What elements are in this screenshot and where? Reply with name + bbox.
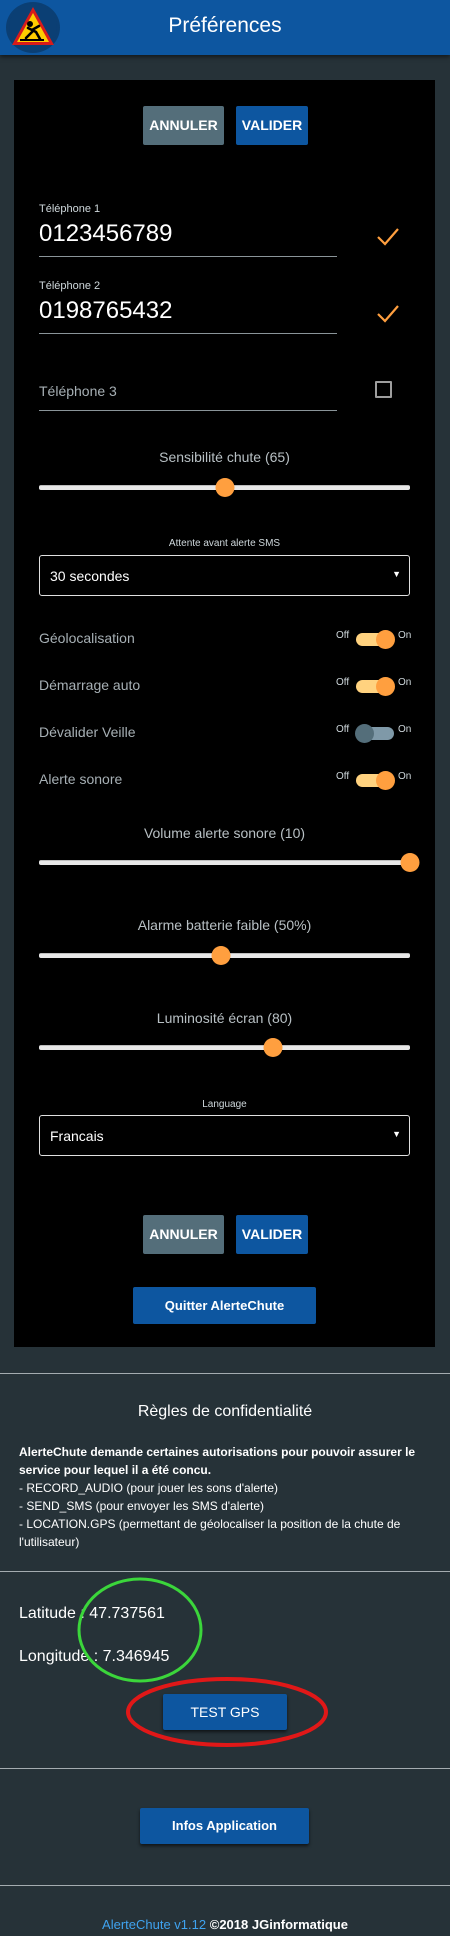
auto-start-switch[interactable]	[356, 677, 395, 696]
disable-sleep-switch[interactable]	[355, 724, 394, 743]
sms-delay-value: 30 secondes	[50, 568, 130, 584]
battery-alarm-title: Alarme batterie faible (50%)	[137, 917, 312, 933]
phone-3-checkbox[interactable]	[375, 381, 392, 398]
divider	[0, 1885, 450, 1886]
brightness-slider[interactable]	[39, 1038, 410, 1057]
app-header: Préférences	[0, 0, 450, 55]
latitude-label: Latitude :	[19, 1605, 85, 1622]
divider	[0, 1373, 450, 1374]
disable-sleep-label: Dévalider Veille	[39, 724, 136, 740]
language-value: Francais	[50, 1128, 104, 1144]
sms-delay-select[interactable]: 30 secondes ▼	[39, 555, 410, 596]
geolocation-switch[interactable]	[356, 630, 395, 649]
privacy-title: Règles de confidentialité	[137, 1403, 313, 1420]
phone-3-underline	[39, 410, 337, 411]
language-label: Language	[202, 1099, 247, 1110]
alert-volume-slider[interactable]	[39, 853, 420, 872]
validate-button-top[interactable]: VALIDER	[236, 106, 308, 145]
validate-button-bottom[interactable]: VALIDER	[236, 1215, 308, 1254]
auto-start-label: Démarrage auto	[39, 677, 141, 693]
preferences-panel: ANNULER VALIDER Téléphone 1 0123456789 T…	[14, 80, 435, 1347]
battery-alarm-slider[interactable]	[39, 946, 410, 965]
privacy-item-send-sms: - SEND_SMS (pour envoyer les SMS d'alert…	[19, 1499, 265, 1513]
copyright-text: ©2018 JGinformatique	[209, 1917, 348, 1932]
sms-delay-label: Attente avant alerte SMS	[168, 538, 281, 549]
toggle-on-label: On	[398, 771, 412, 782]
toggle-off-label: Off	[336, 630, 350, 641]
cancel-button-bottom[interactable]: ANNULER	[143, 1215, 224, 1254]
chevron-down-icon: ▼	[392, 1129, 401, 1139]
phone-1-underline	[39, 256, 337, 257]
app-version-link[interactable]: AlerteChute v1.12	[102, 1917, 206, 1932]
phone-2-check-icon[interactable]	[376, 303, 400, 323]
phone-2-value[interactable]: 0198765432	[39, 297, 172, 325]
geolocation-label: Géolocalisation	[39, 630, 135, 646]
alert-volume-title: Volume alerte sonore (10)	[143, 825, 306, 841]
phone-2-label: Téléphone 2	[39, 280, 101, 292]
phone-1-check-icon[interactable]	[376, 226, 400, 246]
toggle-off-label: Off	[336, 724, 350, 735]
language-select[interactable]: Francais ▼	[39, 1115, 410, 1156]
brightness-thumb[interactable]	[263, 1038, 283, 1057]
phone-1-value[interactable]: 0123456789	[39, 220, 172, 248]
alert-volume-thumb[interactable]	[400, 853, 420, 872]
switch-knob	[376, 630, 395, 649]
divider	[0, 1768, 450, 1769]
switch-knob	[376, 771, 395, 790]
privacy-item-location-gps: - LOCATION.GPS (permettant de géolocalis…	[19, 1517, 401, 1549]
sound-alert-switch[interactable]	[356, 771, 395, 790]
page-title: Préférences	[168, 14, 282, 37]
divider	[0, 1571, 450, 1572]
chevron-down-icon: ▼	[392, 569, 401, 579]
switch-knob	[355, 724, 374, 743]
phone-1-label: Téléphone 1	[39, 203, 101, 215]
privacy-item-record-audio: - RECORD_AUDIO (pour jouer les sons d'al…	[19, 1481, 279, 1495]
fall-sensitivity-slider[interactable]	[39, 478, 410, 497]
cancel-button-top[interactable]: ANNULER	[143, 106, 224, 145]
battery-alarm-thumb[interactable]	[211, 946, 231, 965]
fall-sensitivity-title: Sensibilité chute (65)	[159, 449, 290, 465]
phone-3-placeholder[interactable]: Téléphone 3	[39, 383, 117, 399]
quit-button[interactable]: Quitter AlerteChute	[133, 1287, 316, 1324]
green-annotation-circle	[77, 1577, 203, 1683]
footer: AlerteChute v1.12 ©2018 JGinformatique	[0, 1917, 450, 1932]
phone-2-underline	[39, 333, 337, 334]
info-application-button[interactable]: Infos Application	[140, 1808, 309, 1844]
red-annotation-ellipse	[126, 1677, 328, 1747]
toggle-on-label: On	[398, 677, 412, 688]
privacy-intro: AlerteChute demande certaines autorisati…	[19, 1445, 416, 1477]
fall-sensitivity-thumb[interactable]	[215, 478, 234, 497]
toggle-off-label: Off	[336, 771, 350, 782]
toggle-on-label: On	[398, 630, 412, 641]
toggle-on-label: On	[398, 724, 412, 735]
brightness-title: Luminosité écran (80)	[156, 1010, 293, 1026]
switch-knob	[376, 677, 395, 696]
toggle-off-label: Off	[336, 677, 350, 688]
sound-alert-label: Alerte sonore	[39, 771, 123, 787]
